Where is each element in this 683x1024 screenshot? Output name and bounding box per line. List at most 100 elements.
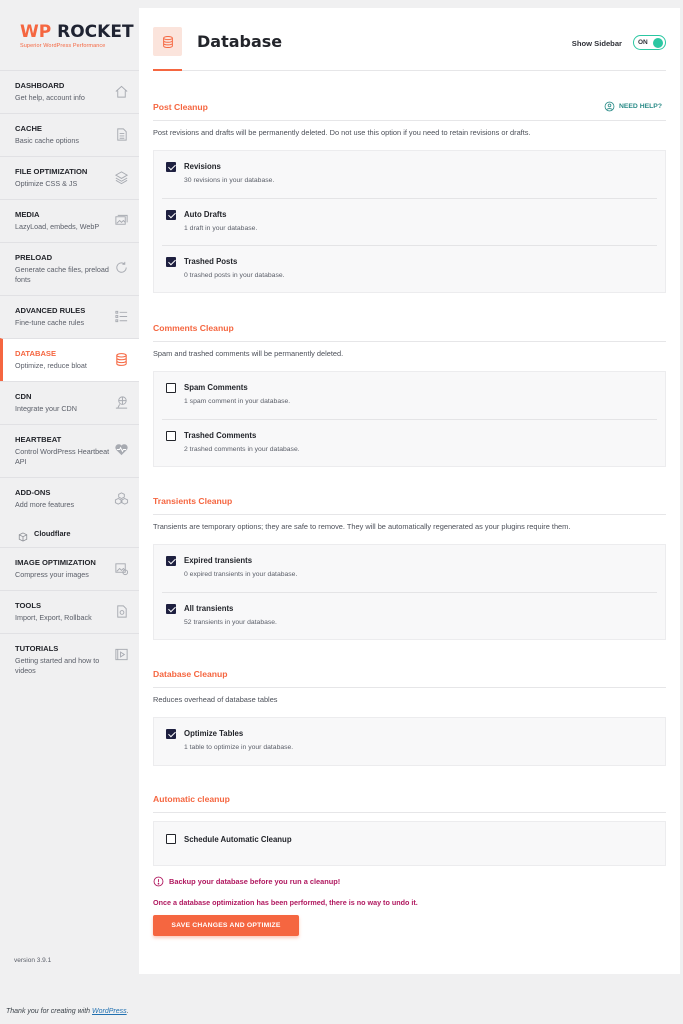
expired-transients-checkbox[interactable] [166,556,176,566]
all-transients-checkbox[interactable] [166,604,176,614]
trashed-posts-checkbox[interactable] [166,257,176,267]
file-icon [114,127,129,142]
spam-comments-checkbox[interactable] [166,383,176,393]
option-description: 2 trashed comments in your database. [184,446,300,453]
database-cleanup-section: Database Cleanup Reduces overhead of dat… [153,668,666,766]
nav-desc: Optimize CSS & JS [15,179,78,188]
database-icon [114,352,129,367]
sidebar-item-tools[interactable]: TOOLS Import, Export, Rollback [0,590,139,633]
toggle-state: ON [638,39,648,46]
nav-title: ADD-ONS [15,488,51,497]
sidebar-item-add-ons[interactable]: ADD-ONS Add more features [0,477,139,520]
toggle-knob [653,38,663,48]
warning-note: Once a database optimization has been pe… [153,898,418,907]
nav-desc: Add more features [15,500,75,509]
show-sidebar-toggle[interactable]: ON [633,35,666,50]
nav-title: HEARTBEAT [15,435,62,444]
nav-desc: Control WordPress Heartbeat API [15,447,110,466]
schedule-cleanup-checkbox[interactable] [166,834,176,844]
tools-icon [114,604,129,619]
main-content: Database Show Sidebar ON Post Cleanup NE… [139,8,680,974]
logo-wp: WP [20,22,52,42]
option-trashed-posts: Trashed Posts 0 trashed posts in your da… [162,245,657,292]
nav-title: Cloudflare [34,528,71,538]
option-description: 0 expired transients in your database. [184,571,298,578]
option-label[interactable]: Optimize Tables [184,728,657,739]
sidebar-item-advanced-rules[interactable]: ADVANCED RULES Fine-tune cache rules [0,295,139,338]
sidebar-item-media[interactable]: MEDIA LazyLoad, embeds, WebP [0,199,139,242]
sidebar-item-file-optimization[interactable]: FILE OPTIMIZATION Optimize CSS & JS [0,156,139,199]
section-description: Reduces overhead of database tables [153,695,278,704]
revisions-checkbox[interactable] [166,162,176,172]
images-icon [114,213,129,228]
title-underline [153,69,182,71]
section-header: Automatic cleanup [153,793,666,813]
sidebar-item-tutorials[interactable]: TUTORIALS Getting started and how to vid… [0,633,139,686]
option-description: 0 trashed posts in your database. [184,272,285,279]
sidebar-item-dashboard[interactable]: DASHBOARD Get help, account info [0,70,139,113]
sidebar-item-cdn[interactable]: CDN Integrate your CDN [0,381,139,424]
home-icon [114,84,129,99]
option-label[interactable]: All transients [184,603,657,614]
nav-title: FILE OPTIMIZATION [15,167,88,176]
section-header: Comments Cleanup [153,322,666,342]
option-expired-transients: Expired transients 0 expired transients … [162,545,657,592]
nav-title: IMAGE OPTIMIZATION [15,558,96,567]
nav-desc: Fine-tune cache rules [15,318,85,327]
option-label[interactable]: Trashed Posts [184,256,657,267]
cube-icon [18,529,28,542]
automatic-cleanup-section: Automatic cleanup Schedule Automatic Cle… [153,793,666,866]
need-help-link[interactable]: NEED HELP? [604,101,662,112]
options-box: Expired transients 0 expired transients … [153,544,666,640]
option-label[interactable]: Schedule Automatic Cleanup [184,832,657,845]
option-description: 1 spam comment in your database. [184,398,291,405]
section-title: Database Cleanup [153,669,228,679]
trashed-comments-checkbox[interactable] [166,431,176,441]
options-box: Revisions 30 revisions in your database.… [153,150,666,293]
option-label[interactable]: Auto Drafts [184,209,657,220]
nav-desc: Import, Export, Rollback [15,613,92,622]
sidebar-item-image-optimization[interactable]: IMAGE OPTIMIZATION Compress your images [0,547,139,590]
option-optimize-tables: Optimize Tables 1 table to optimize in y… [162,718,657,765]
wordpress-link[interactable]: WordPress [92,1008,127,1015]
sidebar-item-cloudflare[interactable]: Cloudflare [0,520,139,547]
option-label[interactable]: Revisions [184,161,657,172]
nav-desc: Getting started and how to videos [15,656,100,675]
section-title: Automatic cleanup [153,794,230,804]
help-icon [604,101,615,112]
nav-desc: LazyLoad, embeds, WebP [15,222,100,231]
optimize-tables-checkbox[interactable] [166,729,176,739]
sidebar-item-preload[interactable]: PRELOAD Generate cache files, preload fo… [0,242,139,295]
footer-text: Thank you for creating with [6,1008,92,1015]
nav-title: DATABASE [15,349,57,358]
option-spam-comments: Spam Comments 1 spam comment in your dat… [162,372,657,419]
option-revisions: Revisions 30 revisions in your database. [162,151,657,198]
sidebar-item-database[interactable]: DATABASE Optimize, reduce bloat [0,338,139,381]
list-icon [114,309,129,324]
nav-title: TOOLS [15,601,42,610]
logo-tagline: Superior WordPress Performance [20,43,106,49]
sidebar-item-cache[interactable]: CACHE Basic cache options [0,113,139,156]
transients-cleanup-section: Transients Cleanup Transients are tempor… [153,495,666,640]
nav-desc: Compress your images [15,570,89,579]
page-header: Database Show Sidebar ON [153,8,666,71]
nav-title: PRELOAD [15,253,53,262]
option-label[interactable]: Expired transients [184,555,657,566]
option-label[interactable]: Spam Comments [184,382,657,393]
options-box: Schedule Automatic Cleanup [153,821,666,866]
option-description: 1 table to optimize in your database. [184,744,294,751]
option-label[interactable]: Trashed Comments [184,430,657,441]
option-all-transients: All transients 52 transients in your dat… [162,592,657,639]
sidebar-item-heartbeat[interactable]: HEARTBEAT Control WordPress Heartbeat AP… [0,424,139,477]
auto-drafts-checkbox[interactable] [166,210,176,220]
option-description: 52 transients in your database. [184,619,277,626]
option-description: 1 draft in your database. [184,225,258,232]
backup-warning: Backup your database before you run a cl… [153,876,340,887]
nav-desc: Optimize, reduce bloat [15,361,87,370]
warning-text: Backup your database before you run a cl… [169,877,341,886]
nav-title: CACHE [15,124,43,133]
option-trashed-comments: Trashed Comments 2 trashed comments in y… [162,419,657,466]
save-changes-and-optimize-button[interactable]: SAVE CHANGES AND OPTIMIZE [153,915,299,936]
show-sidebar-label: Show Sidebar [571,39,622,48]
wp-rocket-logo[interactable]: WP ROCKET Superior WordPress Performance [0,8,139,70]
